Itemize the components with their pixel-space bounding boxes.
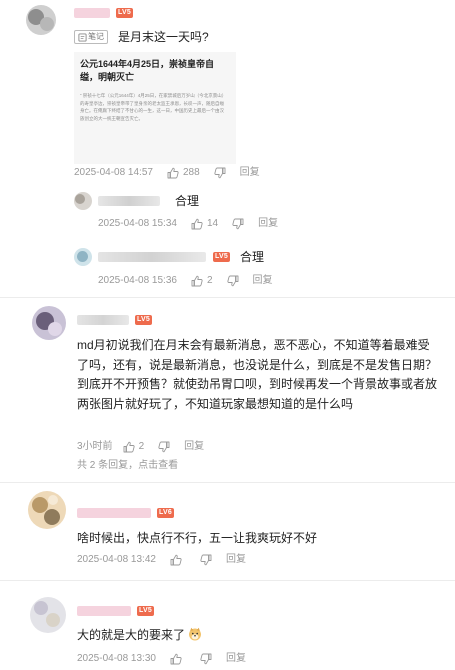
username-blurred[interactable] — [77, 606, 131, 616]
divider — [0, 482, 455, 483]
like-button[interactable]: 2 — [191, 274, 213, 288]
level-badge: LV6 — [157, 508, 174, 518]
reply-username-blurred[interactable] — [98, 196, 160, 206]
note-icon — [78, 32, 87, 42]
comment-date: 2025-04-08 14:57 — [74, 167, 153, 178]
reply-meta: 2025-04-08 15:36 2 回复 — [98, 274, 273, 288]
level-badge: LV5 — [213, 252, 230, 262]
quoted-note-card[interactable]: 公元1644年4月25日，崇祯皇帝自缢，明朝灭亡 “ 崇祯十七年（公元1644年… — [74, 52, 236, 164]
thumbs-down-icon — [200, 554, 212, 566]
thumbs-down-icon — [200, 653, 212, 665]
username-blurred[interactable] — [74, 8, 110, 18]
level-badge: LV5 — [116, 8, 133, 18]
thumbs-down-icon — [158, 441, 170, 453]
like-count: 288 — [182, 167, 200, 178]
like-button[interactable] — [170, 653, 186, 665]
card-title: 公元1644年4月25日，崇祯皇帝自缢，明朝灭亡 — [80, 59, 215, 82]
reply-date: 2025-04-08 15:34 — [98, 218, 177, 229]
level-badge: LV5 — [137, 606, 154, 616]
card-body: “ 崇祯十七年（公元1644年）4月25日，在家禁城后万岁山（今北京景山）的寿皇… — [80, 93, 225, 121]
thumbs-up-icon — [191, 218, 203, 230]
dislike-button[interactable] — [200, 554, 212, 566]
thumbs-up-icon — [170, 653, 182, 665]
level-badge: LV5 — [135, 315, 152, 325]
like-button[interactable]: 14 — [191, 217, 218, 231]
reply-date: 2025-04-08 15:36 — [98, 275, 177, 286]
note-tag-label: 笔记 — [88, 32, 104, 41]
note-tag[interactable]: 笔记 — [74, 30, 108, 44]
reply-button[interactable]: 回复 — [240, 166, 260, 180]
reply-button[interactable]: 回复 — [253, 274, 273, 288]
username-blurred[interactable] — [77, 508, 151, 518]
username-blurred[interactable] — [77, 315, 129, 325]
comment-meta: 2025-04-08 13:42 回复 — [77, 553, 246, 567]
dislike-button[interactable] — [158, 441, 170, 453]
reply-meta: 2025-04-08 15:34 14 回复 — [98, 217, 278, 231]
comment-date: 2025-04-08 13:30 — [77, 653, 156, 664]
reply-avatar[interactable] — [74, 192, 92, 210]
reply-button[interactable]: 回复 — [184, 440, 204, 454]
dislike-button[interactable] — [226, 275, 239, 287]
divider — [0, 297, 455, 298]
reply-text: 合理 — [240, 250, 265, 264]
reply-button[interactable]: 回复 — [226, 652, 246, 666]
like-count: 2 — [138, 441, 145, 452]
doge-emoji-icon — [189, 627, 202, 641]
dislike-button[interactable] — [200, 653, 212, 665]
reply-username-blurred[interactable] — [98, 252, 206, 262]
dislike-button[interactable] — [232, 218, 244, 230]
like-button[interactable]: 288 — [167, 166, 200, 180]
thumbs-up-icon — [123, 441, 135, 453]
thumbs-down-icon — [214, 167, 226, 179]
comment-text: 啥时候出，快点行不行，五一让我爽玩好不好 — [77, 531, 318, 545]
avatar[interactable] — [26, 5, 56, 35]
comment-text: md月初说我们在月末会有最新消息，恶不恶心，不知道等着最难受了吗，还有，说是最新… — [77, 338, 438, 411]
divider — [0, 580, 455, 581]
like-button[interactable] — [170, 554, 186, 566]
avatar[interactable] — [30, 597, 66, 633]
thumbs-down-icon — [226, 275, 238, 287]
reply-button[interactable]: 回复 — [226, 553, 246, 567]
comment-text: 大的就是大的要来了 — [77, 626, 202, 645]
comment-meta: 2025-04-08 13:30 回复 — [77, 652, 246, 666]
comment-date: 3小时前 — [77, 441, 113, 452]
thumbs-up-icon — [167, 167, 179, 179]
thumbs-down-icon — [232, 218, 244, 230]
comment-date: 2025-04-08 13:42 — [77, 554, 156, 565]
reply-text: 合理 — [175, 194, 200, 208]
like-button[interactable]: 2 — [123, 440, 145, 454]
comment-text: 是月末这一天吗? — [118, 30, 209, 44]
comment-meta: 2025-04-08 14:57 288 回复 — [74, 166, 260, 180]
comment-meta: 3小时前 2 回复 — [77, 440, 204, 454]
avatar[interactable] — [32, 306, 66, 340]
reply-button[interactable]: 回复 — [258, 217, 278, 231]
like-count: 2 — [206, 275, 213, 286]
reply-avatar[interactable] — [74, 248, 92, 266]
thumbs-up-icon — [191, 275, 203, 287]
dislike-button[interactable] — [214, 167, 226, 179]
thumbs-up-icon — [170, 554, 182, 566]
like-count: 14 — [206, 218, 219, 229]
avatar[interactable] — [28, 491, 66, 529]
view-replies-link[interactable]: 共 2 条回复，点击查看 — [77, 459, 178, 473]
comment-text-content: 大的就是大的要来了 — [77, 628, 186, 642]
